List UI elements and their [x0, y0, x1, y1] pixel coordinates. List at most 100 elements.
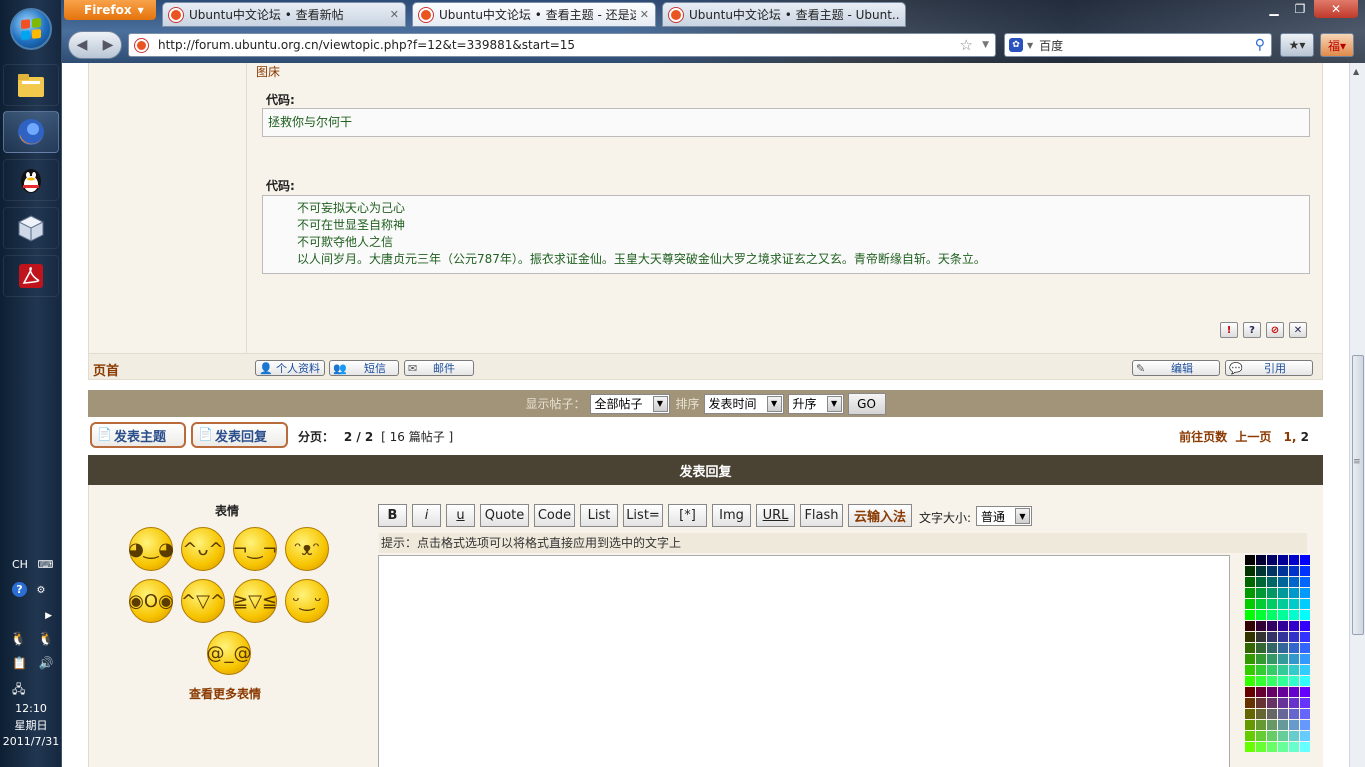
color-swatch[interactable]	[1267, 599, 1277, 609]
color-swatch[interactable]	[1278, 709, 1288, 719]
color-swatch[interactable]	[1256, 621, 1266, 631]
color-swatch[interactable]	[1289, 643, 1299, 653]
color-swatch[interactable]	[1300, 610, 1310, 620]
color-swatch[interactable]	[1256, 566, 1266, 576]
color-swatch[interactable]	[1267, 720, 1277, 730]
color-swatch[interactable]	[1289, 709, 1299, 719]
show-posts-select[interactable]: 全部帖子 ▼	[589, 393, 670, 414]
color-swatch[interactable]	[1300, 698, 1310, 708]
color-swatch[interactable]	[1289, 566, 1299, 576]
color-swatch[interactable]	[1245, 720, 1255, 730]
color-swatch[interactable]	[1245, 643, 1255, 653]
color-swatch[interactable]	[1289, 676, 1299, 686]
color-swatch[interactable]	[1267, 731, 1277, 741]
email-button[interactable]: ✉ 邮件	[404, 360, 474, 376]
baidu-paw-icon[interactable]: ✿	[1009, 38, 1023, 52]
smiley-sweat-icon[interactable]: ^▽^	[181, 579, 225, 623]
color-swatch[interactable]	[1300, 709, 1310, 719]
color-swatch[interactable]	[1300, 577, 1310, 587]
taskbar-qq[interactable]	[3, 159, 59, 201]
bold-button[interactable]: B	[378, 504, 407, 527]
url-bar[interactable]: http://forum.ubuntu.org.cn/viewtopic.php…	[128, 33, 996, 57]
color-swatch[interactable]	[1245, 588, 1255, 598]
color-swatch[interactable]	[1278, 698, 1288, 708]
color-swatch[interactable]	[1300, 599, 1310, 609]
addon-button[interactable]: 福▾	[1320, 33, 1354, 57]
color-swatch[interactable]	[1267, 610, 1277, 620]
color-swatch[interactable]	[1256, 654, 1266, 664]
search-icon[interactable]: ⚲	[1255, 37, 1265, 53]
taskbar-firefox[interactable]	[3, 111, 59, 153]
color-swatch[interactable]	[1289, 632, 1299, 642]
warn-icon[interactable]: ⊘	[1266, 322, 1284, 338]
color-swatch[interactable]	[1289, 742, 1299, 752]
color-swatch[interactable]	[1289, 621, 1299, 631]
color-swatch[interactable]	[1300, 621, 1310, 631]
underline-button[interactable]: u	[446, 504, 475, 527]
color-swatch[interactable]	[1256, 709, 1266, 719]
color-swatch[interactable]	[1278, 555, 1288, 565]
color-swatch[interactable]	[1278, 610, 1288, 620]
color-swatch[interactable]	[1289, 577, 1299, 587]
quote-button[interactable]: 💬 引用	[1225, 360, 1313, 376]
color-swatch[interactable]	[1278, 665, 1288, 675]
close-icon[interactable]: ✕	[390, 8, 399, 21]
help-icon[interactable]: ?	[12, 582, 27, 597]
color-swatch[interactable]	[1278, 599, 1288, 609]
color-swatch[interactable]	[1289, 610, 1299, 620]
color-swatch[interactable]	[1267, 577, 1277, 587]
clock[interactable]: 12:10 星期日 2011/7/31	[0, 702, 62, 748]
color-swatch[interactable]	[1289, 588, 1299, 598]
flash-button[interactable]: Flash	[800, 504, 843, 527]
color-swatch[interactable]	[1267, 588, 1277, 598]
color-swatch[interactable]	[1256, 665, 1266, 675]
info-icon[interactable]: ?	[1243, 322, 1261, 338]
color-swatch[interactable]	[1278, 643, 1288, 653]
color-swatch[interactable]	[1300, 555, 1310, 565]
page-1-link[interactable]: 1	[1284, 430, 1292, 444]
chevron-down-icon[interactable]: ▼	[982, 40, 989, 50]
color-swatch[interactable]	[1256, 599, 1266, 609]
color-swatch[interactable]	[1300, 676, 1310, 686]
color-swatch[interactable]	[1300, 632, 1310, 642]
color-swatch[interactable]	[1245, 731, 1255, 741]
color-swatch[interactable]	[1245, 665, 1255, 675]
color-swatch[interactable]	[1289, 654, 1299, 664]
tray-language[interactable]: CH ⌨	[0, 558, 62, 571]
color-swatch[interactable]	[1256, 676, 1266, 686]
color-swatch[interactable]	[1256, 643, 1266, 653]
url-text[interactable]: http://forum.ubuntu.org.cn/viewtopic.php…	[158, 38, 575, 52]
qq-tray-icon-2[interactable]: 🐧	[38, 632, 54, 647]
more-smilies-link[interactable]: 查看更多表情	[189, 685, 261, 702]
color-swatch[interactable]	[1278, 632, 1288, 642]
color-swatch[interactable]	[1245, 654, 1255, 664]
scrollbar-thumb[interactable]	[1352, 355, 1364, 635]
color-swatch[interactable]	[1245, 676, 1255, 686]
search-box[interactable]: ✿ ▼ 百度 ⚲	[1004, 33, 1272, 57]
color-swatch[interactable]	[1245, 621, 1255, 631]
color-swatch[interactable]	[1256, 698, 1266, 708]
previous-page-link[interactable]: 上一页	[1235, 430, 1271, 444]
italic-button[interactable]: i	[412, 504, 441, 527]
firefox-menu-button[interactable]: Firefox ▼	[64, 0, 156, 20]
back-to-top-link[interactable]: 页首	[93, 360, 119, 379]
minimize-button[interactable]: ▁	[1262, 0, 1286, 18]
color-swatch[interactable]	[1267, 742, 1277, 752]
back-arrow-icon[interactable]: ◀	[77, 37, 88, 53]
taskbar-pdf-reader[interactable]	[3, 255, 59, 297]
color-swatch[interactable]	[1278, 687, 1288, 697]
color-swatch[interactable]	[1278, 720, 1288, 730]
color-swatch[interactable]	[1300, 643, 1310, 653]
color-swatch[interactable]	[1267, 643, 1277, 653]
pm-button[interactable]: 👥 短信	[329, 360, 399, 376]
close-icon[interactable]: ✕	[640, 8, 649, 21]
color-swatch[interactable]	[1278, 676, 1288, 686]
expand-arrow-icon[interactable]: ▶	[45, 611, 52, 621]
color-swatch[interactable]	[1300, 588, 1310, 598]
color-swatch[interactable]	[1245, 610, 1255, 620]
start-button[interactable]	[10, 8, 52, 50]
scroll-up-arrow-icon[interactable]: ▲	[1353, 67, 1359, 76]
tab-topic-ubuntu[interactable]: Ubuntu中文论坛 • 查看主题 - Ubunt...	[662, 2, 906, 27]
color-swatch[interactable]	[1278, 588, 1288, 598]
color-swatch[interactable]	[1256, 577, 1266, 587]
